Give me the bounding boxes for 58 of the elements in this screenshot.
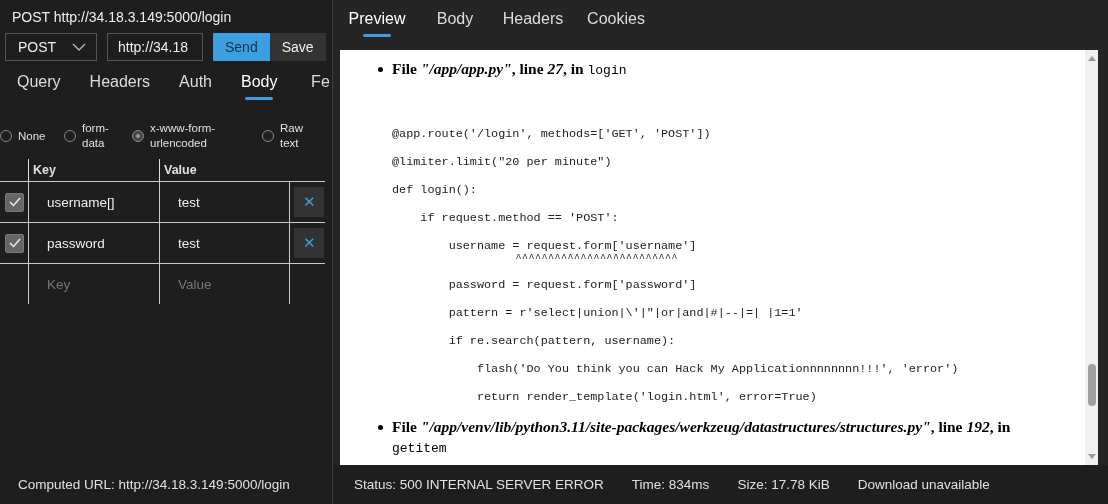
download-text: Download unavailable [857, 477, 990, 492]
key-placeholder[interactable]: Key [47, 276, 71, 292]
chevron-down-icon [72, 43, 86, 51]
check-icon [8, 238, 21, 248]
check-icon [8, 197, 21, 207]
radio-label: form- data [82, 121, 109, 151]
request-tab[interactable]: Fe [306, 73, 332, 113]
method-dropdown[interactable]: POST [5, 33, 97, 61]
time-text: Time: 834ms [631, 477, 710, 492]
checkbox[interactable] [5, 192, 24, 212]
status-text: Status: 500 INTERNAL SERVER ERROR [354, 477, 604, 492]
column-header: Value [159, 159, 289, 181]
traceback-header: File "/app/app.py", line 27, in login [392, 59, 628, 80]
scroll-up-icon[interactable] [1087, 56, 1096, 61]
column-header: Key [28, 159, 159, 181]
scroll-down-icon[interactable] [1087, 454, 1096, 459]
size-text: Size: 17.78 KiB [737, 477, 830, 492]
response-tab[interactable]: Preview [333, 10, 421, 50]
param-value[interactable]: test [178, 235, 200, 251]
error-marker: ^^^^^^^^^^^^^^^^^^^^^^^^^ [514, 254, 680, 263]
radio-label: x-www-form- urlencoded [150, 121, 216, 151]
value-placeholder[interactable]: Value [178, 276, 212, 292]
param-key[interactable]: username[] [47, 194, 115, 210]
radio-label: Raw text [280, 121, 303, 151]
remove-button[interactable]: ✕ [294, 228, 324, 258]
code-line: password = request.form['password'] [447, 277, 698, 293]
request-tab[interactable]: Body [241, 73, 278, 113]
send-button[interactable]: Send [213, 33, 270, 61]
code-line: @limiter.limit("20 per minute") [392, 154, 613, 170]
code-line: if re.search(pattern, username): [447, 333, 677, 349]
response-tab[interactable]: Body [421, 10, 489, 50]
code-line: @app.route('/login', methods=['GET', 'POST']) [392, 126, 712, 142]
param-value[interactable]: test [178, 194, 200, 210]
request-tab[interactable]: Query [17, 73, 61, 113]
request-tab[interactable]: Auth [179, 73, 212, 113]
computed-url: Computed URL: http://34.18.3.149:5000/login [18, 477, 290, 492]
radio-label: None [18, 128, 46, 144]
remove-button[interactable]: ✕ [294, 187, 324, 217]
request-title: POST http://34.18.3.149:5000/login [11, 8, 233, 27]
traceback-header: File "/app/venv/lib/python3.11/site-packages/werkzeug/datastructures/structures.py", line 192, in getitem [392, 417, 1012, 458]
request-tab[interactable]: Headers [89, 73, 151, 113]
code-line: return render_template('login.html', error=True) [475, 389, 818, 405]
checkbox[interactable] [5, 233, 24, 253]
save-button[interactable]: Save [269, 33, 326, 61]
bullet-icon [378, 425, 383, 430]
code-line: flash('Do You think you can Hack My Applicationnnnnnnn!!!', 'error') [475, 361, 960, 377]
scrollbar[interactable] [1085, 50, 1098, 465]
param-key[interactable]: password [47, 235, 105, 251]
scroll-thumb[interactable] [1087, 364, 1096, 406]
code-line: if request.method == 'POST': [419, 210, 620, 226]
radio-button[interactable] [132, 130, 144, 142]
bullet-icon [378, 67, 383, 72]
code-line: username = request.form['username'] [447, 238, 698, 254]
code-line: def login(): [392, 182, 478, 198]
url-field[interactable]: http://34.18 [107, 33, 203, 61]
response-tab[interactable]: Cookies [577, 10, 655, 50]
response-tab[interactable]: Headers [489, 10, 577, 50]
code-line: pattern = r'select|union|\'|"|or|and|#|--|=| |1=1' [447, 305, 804, 321]
